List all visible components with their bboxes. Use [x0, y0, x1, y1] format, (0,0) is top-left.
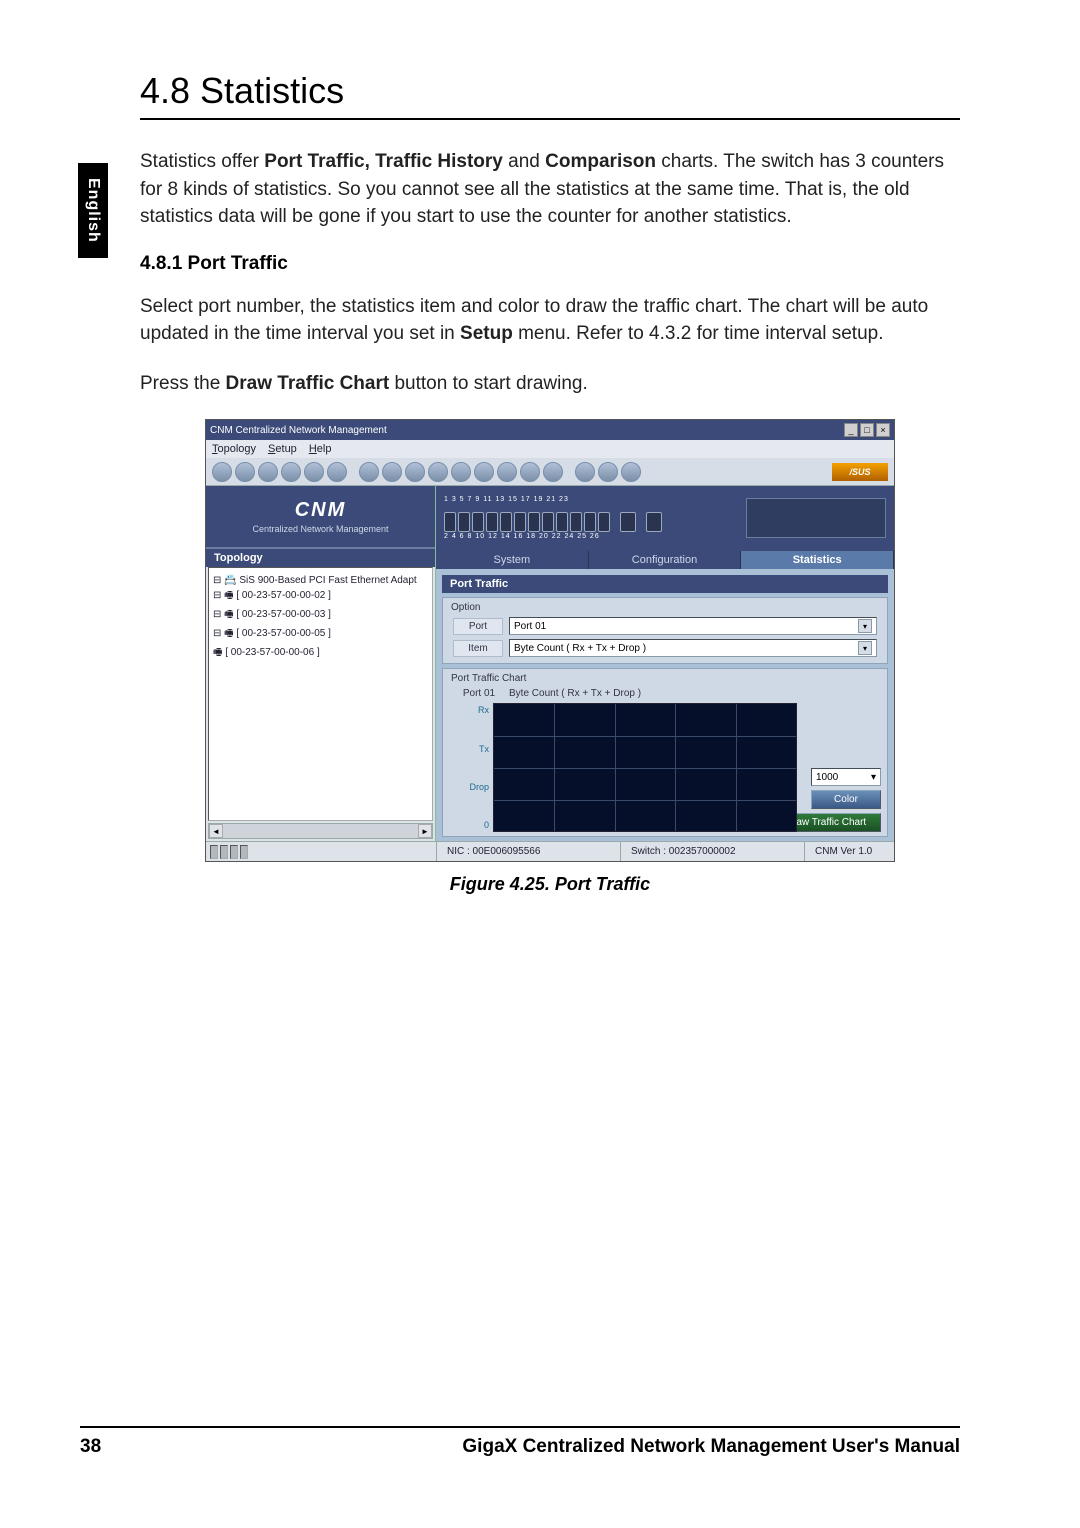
maximize-button[interactable]: □: [860, 423, 874, 437]
port-numbers-bottom: 2 4 6 8 10 12 14 16 18 20 22 24 25 26: [444, 533, 662, 540]
scroll-left-icon[interactable]: ◄: [209, 824, 223, 838]
subsection-heading: 4.8.1 Port Traffic: [140, 253, 960, 275]
tree-row[interactable]: ⊟ 🖷 [ 00-23-57-00-00-02 ]: [213, 587, 428, 606]
text: Press the: [140, 373, 226, 394]
menu-help[interactable]: Help: [309, 443, 332, 455]
toolbar-icon[interactable]: [497, 462, 517, 482]
toolbar-icon[interactable]: [520, 462, 540, 482]
tree-row[interactable]: ⊟ 🖷 [ 00-23-57-00-00-05 ]: [213, 625, 428, 644]
toolbar-icon[interactable]: [575, 462, 595, 482]
option-group: Option Port Port 01 ▾ Item: [442, 597, 888, 664]
port-select-value: Port 01: [514, 621, 546, 632]
tab-statistics[interactable]: Statistics: [741, 551, 894, 569]
port-numbers-top: 1 3 5 7 9 11 13 15 17 19 21 23: [444, 496, 662, 503]
device-port-panel: 1 3 5 7 9 11 13 15 17 19 21 23: [436, 486, 894, 549]
tab-configuration[interactable]: Configuration: [589, 551, 742, 569]
status-version: CNM Ver 1.0: [804, 842, 894, 861]
chevron-down-icon[interactable]: ▾: [858, 641, 872, 655]
brand-text: CNM: [295, 499, 347, 522]
left-banner: CNM Centralized Network Management: [206, 486, 435, 549]
tab-system[interactable]: System: [436, 551, 589, 569]
chart-port-label: Port 01: [449, 688, 509, 699]
scale-select[interactable]: 1000 ▾: [811, 768, 881, 786]
menu-setup[interactable]: Setup: [268, 443, 297, 455]
text: Draw Traffic Chart: [226, 373, 390, 394]
color-button[interactable]: Color: [811, 790, 881, 809]
status-switch: Switch : 002357000002: [620, 842, 804, 861]
toolbar-icon[interactable]: [405, 462, 425, 482]
paragraph: Select port number, the statistics item …: [140, 293, 960, 348]
port-select[interactable]: Port 01 ▾: [509, 617, 877, 635]
chevron-down-icon[interactable]: ▾: [871, 772, 876, 783]
scale-value: 1000: [816, 772, 838, 783]
toolbar-icon[interactable]: [304, 462, 324, 482]
toolbar-icon[interactable]: [359, 462, 379, 482]
chevron-down-icon[interactable]: ▾: [858, 619, 872, 633]
toolbar-icon[interactable]: [382, 462, 402, 482]
toolbar-icon[interactable]: [258, 462, 278, 482]
horizontal-scrollbar[interactable]: ◄ ►: [208, 823, 433, 839]
port-label: Port: [453, 618, 503, 635]
toolbar-icon[interactable]: [598, 462, 618, 482]
tree-row[interactable]: 🖷 [ 00-23-57-00-00-06 ]: [213, 644, 428, 663]
text: Comparison: [545, 151, 656, 172]
footer-rule: [80, 1426, 960, 1428]
item-select-value: Byte Count ( Rx + Tx + Drop ): [514, 643, 646, 654]
brand-subtitle: Centralized Network Management: [252, 524, 388, 534]
menu-topology[interactable]: TTopologyopology: [212, 443, 256, 455]
toolbar-icon[interactable]: [281, 462, 301, 482]
intro-paragraph: Statistics offer Port Traffic, Traffic H…: [140, 148, 960, 231]
brand-logo: /SUS: [832, 463, 888, 481]
toolbar-icon[interactable]: [235, 462, 255, 482]
text: button to start drawing.: [389, 373, 588, 394]
tree-row[interactable]: ⊟ 📇 SiS 900-Based PCI Fast Ethernet Adap…: [213, 574, 428, 587]
toolbar-icon[interactable]: [327, 462, 347, 482]
page-number: 38: [80, 1436, 101, 1458]
window-title: CNM Centralized Network Management: [210, 425, 387, 436]
tab-row: System Configuration Statistics: [436, 549, 894, 569]
status-bar: NIC : 00E006095566 Switch : 002357000002…: [206, 841, 894, 861]
toolbar-icon[interactable]: [543, 462, 563, 482]
text: menu. Refer to 4.3.2 for time interval s…: [513, 323, 884, 344]
item-select[interactable]: Byte Count ( Rx + Tx + Drop ) ▾: [509, 639, 877, 657]
menubar: TTopologyopology Setup Help: [206, 440, 894, 458]
topology-header: Topology: [206, 549, 435, 567]
toolbar-icon[interactable]: [621, 462, 641, 482]
port-row: [444, 512, 662, 532]
topology-tree[interactable]: ⊟ 📇 SiS 900-Based PCI Fast Ethernet Adap…: [208, 567, 433, 821]
text: Port Traffic, Traffic History: [264, 151, 503, 172]
minimize-button[interactable]: _: [844, 423, 858, 437]
app-screenshot: CNM Centralized Network Management _ □ ×…: [205, 419, 895, 862]
option-label: Option: [449, 602, 881, 615]
text: and: [503, 151, 545, 172]
paragraph: Press the Draw Traffic Chart button to s…: [140, 370, 960, 398]
text: Setup: [460, 323, 513, 344]
toolbar-icon[interactable]: [428, 462, 448, 482]
chart-section-label: Port Traffic Chart: [449, 673, 881, 686]
toolbar-icon[interactable]: [451, 462, 471, 482]
item-label: Item: [453, 640, 503, 657]
figure-caption: Figure 4.25. Port Traffic: [140, 874, 960, 895]
toolbar-icon[interactable]: [212, 462, 232, 482]
footer-title: GigaX Centralized Network Management Use…: [462, 1436, 960, 1458]
tree-row[interactable]: ⊟ 🖷 [ 00-23-57-00-00-03 ]: [213, 606, 428, 625]
device-info-panel: [746, 498, 886, 538]
traffic-chart: [493, 703, 797, 832]
scroll-right-icon[interactable]: ►: [418, 824, 432, 838]
chart-group: Port Traffic Chart Port 01 Byte Count ( …: [442, 668, 888, 837]
panel-title: Port Traffic: [442, 575, 888, 593]
status-nic: NIC : 00E006095566: [436, 842, 620, 861]
toolbar: /SUS: [206, 458, 894, 486]
section-heading: 4.8 Statistics: [140, 70, 960, 120]
close-button[interactable]: ×: [876, 423, 890, 437]
text: Statistics offer: [140, 151, 264, 172]
language-tab: English: [78, 163, 108, 258]
chart-y-labels: Rx Tx Drop 0: [449, 703, 489, 832]
toolbar-icon[interactable]: [474, 462, 494, 482]
window-titlebar: CNM Centralized Network Management _ □ ×: [206, 420, 894, 440]
chart-item-label: Byte Count ( Rx + Tx + Drop ): [509, 688, 641, 699]
